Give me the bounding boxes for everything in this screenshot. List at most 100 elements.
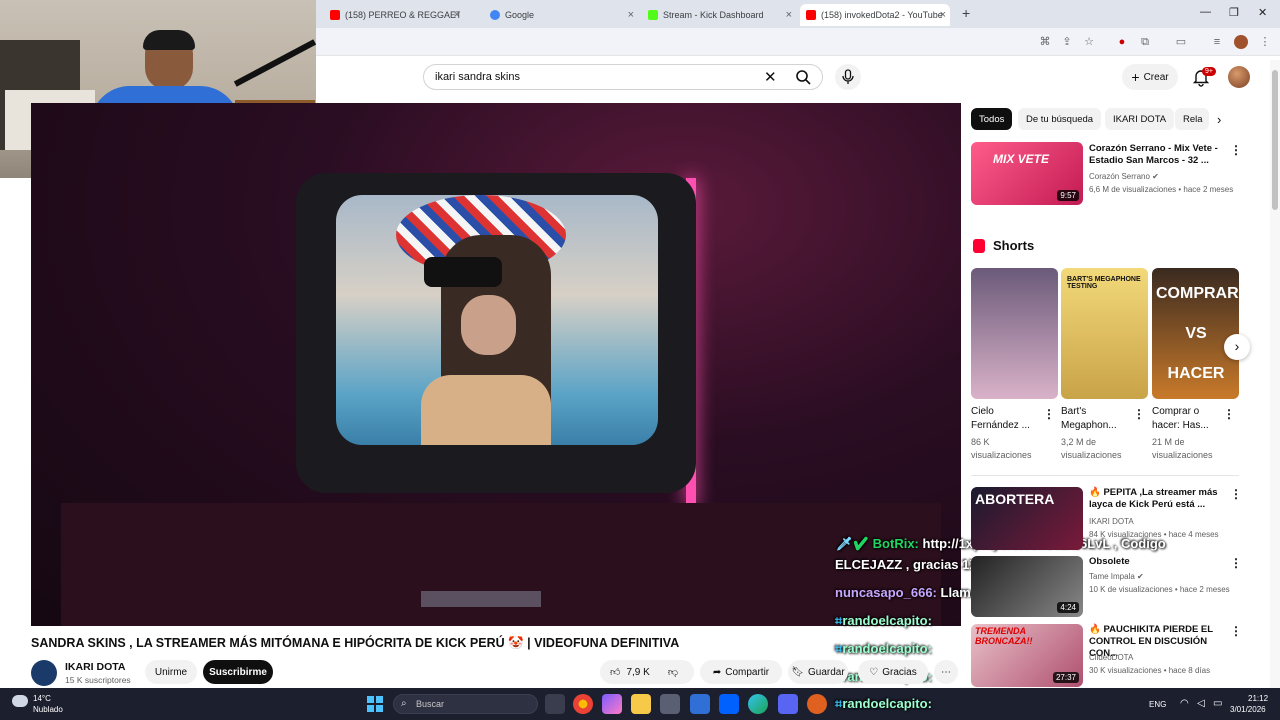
discord-icon[interactable] <box>778 694 798 714</box>
short-title[interactable]: Bart's Megaphon... <box>1061 405 1125 433</box>
tab-search-icon[interactable]: ▭ <box>1174 35 1188 49</box>
chip-ikari-dota[interactable]: IKARI DOTA <box>1105 108 1175 130</box>
short-title[interactable]: Comprar o hacer: Has... <box>1152 405 1216 433</box>
short-thumbnail[interactable] <box>971 268 1058 399</box>
dropbox-icon[interactable] <box>719 694 739 714</box>
more-options-icon[interactable]: ⋮ <box>1230 143 1242 157</box>
clock-date[interactable]: 3/01/2026 <box>1230 705 1266 714</box>
chevron-right-icon[interactable]: › <box>1217 112 1221 127</box>
weather-temperature[interactable]: 14°C <box>33 694 51 703</box>
sunglasses <box>424 257 502 287</box>
cast-icon[interactable]: ⇪ <box>1060 35 1074 49</box>
profile-icon[interactable] <box>1234 35 1248 49</box>
translate-icon[interactable]: ⌘ <box>1038 35 1052 49</box>
video-thumbnail[interactable]: 4:24 <box>971 556 1083 617</box>
media-icon[interactable]: ≡ <box>1210 35 1224 49</box>
extension-icon[interactable]: ● <box>1115 35 1129 49</box>
save-button[interactable]: 🔖︎ Guardar <box>788 660 848 684</box>
chevron-right-icon[interactable]: › <box>1224 334 1250 360</box>
recommendation-channel: Corazón Serrano ✔ <box>1089 172 1159 181</box>
more-actions-icon[interactable]: ⋯ <box>934 660 958 684</box>
close-icon[interactable]: × <box>454 9 460 21</box>
more-options-icon[interactable]: ⋮ <box>1223 407 1235 421</box>
outlook-icon[interactable] <box>690 694 710 714</box>
recommendation-title[interactable]: 🔥 PEPITA ,La streamer más layca de Kick … <box>1089 487 1224 511</box>
volume-icon[interactable]: ◁ <box>1197 698 1205 709</box>
tab-google[interactable]: Google × <box>490 4 634 26</box>
thanks-button[interactable]: ♡ Gracias <box>858 660 928 684</box>
subscribe-button[interactable]: Suscribirme <box>203 660 273 684</box>
close-window-icon[interactable]: ✕ <box>1258 6 1267 19</box>
search-icon: ⌕ <box>401 698 407 709</box>
plus-icon: + <box>1131 69 1140 85</box>
channel-avatar[interactable] <box>31 660 57 686</box>
thanks-label: Gracias <box>882 666 917 678</box>
video-thumbnail[interactable]: TREMENDA BRONCAZA!! 27:37 <box>971 624 1083 687</box>
more-options-icon[interactable]: ⋮ <box>1230 487 1242 501</box>
video-player[interactable] <box>31 103 961 626</box>
menu-icon[interactable]: ⋮ <box>1258 35 1272 49</box>
share-button[interactable]: ➦ Compartir <box>700 660 782 684</box>
channel-name[interactable]: IKARI DOTA <box>65 661 125 673</box>
short-thumbnail[interactable]: COMPRAR VS HACER <box>1152 268 1239 399</box>
edge-icon[interactable] <box>748 694 768 714</box>
more-options-icon[interactable]: ⋮ <box>1043 407 1055 421</box>
short-title[interactable]: Cielo Fernández ... <box>971 405 1035 433</box>
clock-time[interactable]: 21:12 <box>1248 694 1268 703</box>
store-icon[interactable] <box>660 694 680 714</box>
voice-search-button[interactable] <box>835 64 861 90</box>
file-explorer-icon[interactable] <box>631 694 651 714</box>
chip-de-tu-busqueda[interactable]: De tu búsqueda <box>1018 108 1102 130</box>
close-icon[interactable]: × <box>628 9 634 21</box>
tab-youtube-active[interactable]: (158) invokedDota2 - YouTube × <box>800 4 950 26</box>
chip-todos[interactable]: Todos <box>971 108 1013 130</box>
recommendation-title[interactable]: Corazón Serrano - Mix Vete - Estadio San… <box>1089 143 1224 167</box>
browser-toolbar: ⌘ ⇪ ☆ ● ⧉ ▭ ≡ ⋮ <box>316 28 1280 56</box>
more-options-icon[interactable]: ⋮ <box>1230 556 1242 570</box>
search-input[interactable]: ikari sandra skins <box>435 71 520 83</box>
like-button[interactable]: 👍︎ 7,9 K 👎︎ <box>600 660 694 684</box>
chrome-icon[interactable] <box>573 694 593 714</box>
video-thumbnail[interactable]: MIX VETE 9:57 <box>971 142 1083 205</box>
chat-line: ⌗randoelcapito: <box>835 641 932 657</box>
account-avatar[interactable] <box>1228 66 1250 88</box>
recommendation-channel: IKARI DOTA <box>1089 517 1134 526</box>
recommendation-title[interactable]: Obsolete <box>1089 556 1224 568</box>
thumbs-down-icon[interactable]: 👎︎ <box>668 666 678 678</box>
create-button[interactable]: + Crear <box>1122 64 1178 90</box>
more-options-icon[interactable]: ⋮ <box>1133 407 1145 421</box>
maximize-icon[interactable]: ❐ <box>1229 6 1239 19</box>
chip-relacionados[interactable]: Rela <box>1175 108 1209 130</box>
chat-user: randoelcapito: <box>842 696 932 711</box>
windows-start-icon[interactable] <box>367 696 383 712</box>
search-box[interactable]: ikari sandra skins ✕ <box>423 64 823 90</box>
wifi-icon[interactable]: ◠ <box>1180 698 1189 709</box>
weather-condition[interactable]: Nublado <box>33 705 63 714</box>
minimize-icon[interactable]: — <box>1200 6 1211 18</box>
plus-icon[interactable]: + <box>962 5 970 21</box>
app-icon[interactable] <box>807 694 827 714</box>
scrollbar-thumb[interactable] <box>1272 70 1278 210</box>
clear-search-icon[interactable]: ✕ <box>764 68 777 86</box>
battery-icon[interactable]: ▭ <box>1213 698 1222 709</box>
bookmark-star-icon[interactable]: ☆ <box>1082 35 1096 49</box>
search-icon[interactable] <box>792 68 814 86</box>
puzzle-icon[interactable]: ⧉ <box>1138 35 1152 49</box>
kick-icon <box>648 10 658 20</box>
thumbs-up-icon: 👍︎ <box>610 667 621 678</box>
microphone-icon <box>842 69 854 84</box>
verified-icon: ✔ <box>1152 172 1159 181</box>
more-options-icon[interactable]: ⋮ <box>1230 624 1242 638</box>
close-icon[interactable]: × <box>786 9 792 21</box>
task-view-icon[interactable] <box>545 694 565 714</box>
copilot-icon[interactable] <box>602 694 622 714</box>
close-icon[interactable]: × <box>940 9 946 21</box>
video-thumbnail[interactable]: ABORTERA <box>971 487 1083 550</box>
language-indicator[interactable]: ENG <box>1149 700 1166 709</box>
short-thumbnail[interactable]: BART'S MEGAPHONE TESTING <box>1061 268 1148 399</box>
recommendation-channel: Tame Impala ✔ <box>1089 572 1144 581</box>
tab-kick[interactable]: Stream - Kick Dashboard × <box>648 4 792 26</box>
join-button[interactable]: Unirme <box>145 660 197 684</box>
taskbar-search[interactable] <box>393 694 538 714</box>
tab-perreo[interactable]: (158) PERREO & REGGAETON × <box>330 4 460 26</box>
